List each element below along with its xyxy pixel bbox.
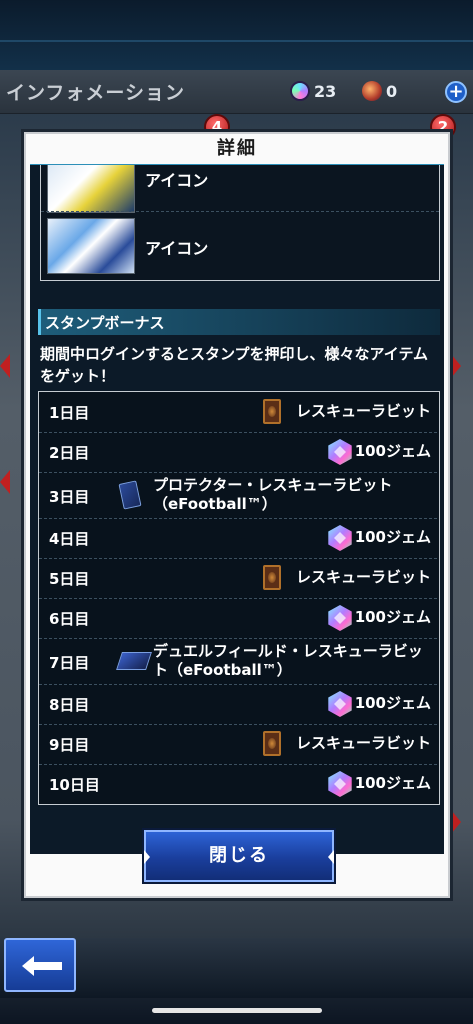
reward-label: 100ジェム [354, 442, 431, 460]
table-row: 7日目 デュエルフィールド・レスキューラビット（eFootball™） [39, 638, 437, 684]
table-row: 1日目 レスキューラビット [39, 392, 437, 432]
day-label: 5日目 [49, 570, 90, 588]
table-row: 6日目 100ジェム [39, 598, 437, 638]
orb-counter: 0 [362, 80, 397, 102]
card-icon [263, 399, 281, 424]
stamp-bonus-list[interactable]: 1日目 レスキューラビット 2日目 100ジェム 3日目 プロテクター・レスキュ… [38, 391, 440, 805]
gem-count: 23 [314, 81, 337, 101]
gem-icon [328, 771, 352, 797]
top-banner [0, 0, 473, 70]
table-row: 8日目 100ジェム [39, 684, 437, 724]
right-arrow-icon[interactable] [451, 354, 461, 378]
gem-counter: 23 [290, 80, 336, 102]
left-arrow-icon[interactable] [0, 354, 10, 378]
header-bar: インフォメーション 23 0 + [0, 70, 473, 114]
card-icon [263, 565, 281, 590]
icon-reward-list: アイコン アイコン [40, 165, 440, 281]
list-item: アイコン [41, 213, 439, 279]
page-title: インフォメーション [6, 82, 186, 104]
add-gems-button[interactable]: + [445, 81, 467, 103]
section-title: スタンプボーナス [45, 314, 165, 332]
reward-label: デュエルフィールド・レスキューラビット（eFootball™） [153, 642, 423, 679]
icon-label: アイコン [145, 239, 209, 258]
right-arrow-icon[interactable] [451, 810, 461, 834]
reward-label: レスキューラビット [295, 402, 431, 420]
home-indicator[interactable] [152, 1008, 322, 1013]
gem-icon [328, 525, 352, 551]
dialog-content-panel[interactable]: アイコン アイコン スタンプボーナス 期間中ログインするとスタンプを押印し、様々… [30, 164, 444, 854]
reward-label: レスキューラビット [295, 734, 431, 752]
table-row: 3日目 プロテクター・レスキューラビット（eFootball™） [39, 472, 437, 518]
gem-icon [328, 439, 352, 465]
list-item: アイコン [41, 165, 439, 215]
gem-icon [328, 605, 352, 631]
screen: インフォメーション 23 0 + 4 2 詳細 アイコン アイコン スタンプボー… [0, 0, 473, 1024]
back-button[interactable] [4, 938, 76, 992]
table-row: 9日目 レスキューラビット [39, 724, 437, 764]
dialog-title: 詳細 [217, 138, 257, 159]
table-row: 2日目 100ジェム [39, 432, 437, 472]
day-label: 10日目 [49, 776, 100, 794]
section-description: 期間中ログインするとスタンプを押印し、様々なアイテムをゲット！ [40, 345, 429, 385]
table-row: 5日目 レスキューラビット [39, 558, 437, 598]
card-icon [263, 731, 281, 756]
day-label: 8日目 [49, 696, 90, 714]
reward-label: 100ジェム [354, 774, 431, 792]
left-arrow-icon[interactable] [0, 470, 10, 494]
reward-label: 100ジェム [354, 528, 431, 546]
divider [41, 211, 439, 212]
table-row: 4日目 100ジェム [39, 518, 437, 558]
orb-count: 0 [386, 81, 398, 101]
back-arrow-icon [22, 956, 62, 976]
orb-icon [362, 81, 382, 101]
duel-field-icon [116, 652, 152, 670]
reward-label: レスキューラビット [295, 568, 431, 586]
day-label: 9日目 [49, 736, 90, 754]
protector-icon [118, 480, 142, 510]
icon-thumbnail [47, 165, 135, 213]
reward-label: プロテクター・レスキューラビット（eFootball™） [153, 476, 393, 513]
table-row: 10日目 100ジェム [39, 764, 437, 804]
day-label: 6日目 [49, 610, 90, 628]
day-label: 4日目 [49, 530, 90, 548]
icon-label: アイコン [145, 171, 209, 190]
detail-dialog: 詳細 アイコン アイコン スタンプボーナス 期間中ログインするとスタンプを押印し… [24, 132, 450, 898]
day-label: 7日目 [49, 654, 90, 672]
icon-thumbnail [47, 218, 135, 274]
section-header: スタンプボーナス [38, 309, 440, 335]
close-button[interactable]: 閉じる [144, 830, 334, 882]
day-label: 2日目 [49, 444, 90, 462]
day-label: 1日目 [49, 404, 90, 422]
day-label: 3日目 [49, 488, 90, 506]
reward-label: 100ジェム [354, 694, 431, 712]
reward-label: 100ジェム [354, 608, 431, 626]
gem-icon [328, 691, 352, 717]
gem-icon [290, 81, 310, 101]
